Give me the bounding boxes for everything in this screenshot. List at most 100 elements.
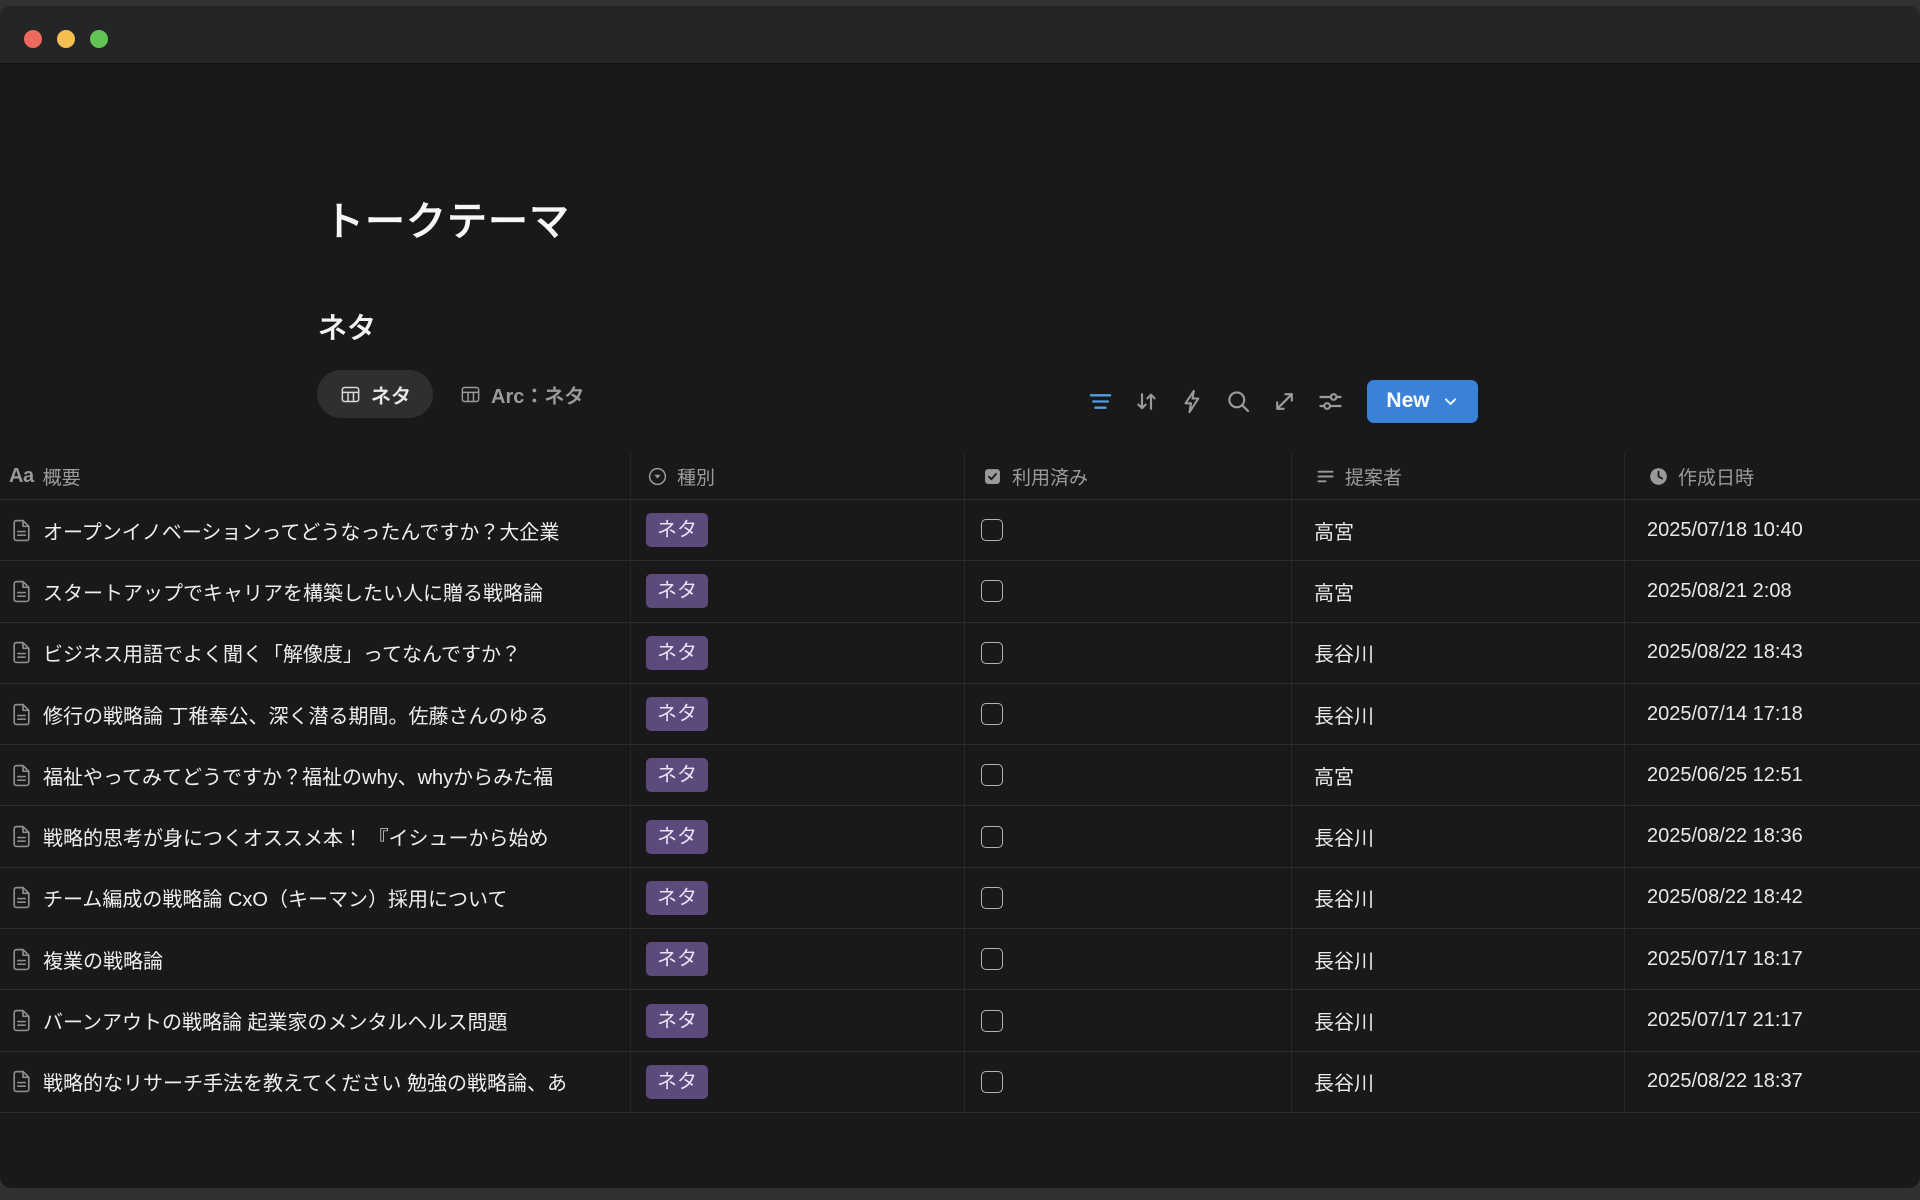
type-cell[interactable]: ネタ — [631, 745, 965, 805]
overview-cell[interactable]: バーンアウトの戦略論 起業家のメンタルヘルス問題 — [0, 990, 631, 1050]
sort-icon[interactable] — [1131, 386, 1161, 416]
search-icon[interactable] — [1223, 386, 1253, 416]
used-checkbox[interactable] — [981, 519, 1003, 541]
table-row[interactable]: 戦略的思考が身につくオススメ本！ 『イシューから始め ネタ 長谷川 2025/0… — [0, 805, 1920, 866]
table-row[interactable]: 修行の戦略論 丁稚奉公、深く潜る期間。佐藤さんのゆる ネタ 長谷川 2025/0… — [0, 683, 1920, 744]
overview-cell[interactable]: スタートアップでキャリアを構築したい人に贈る戦略論 — [0, 561, 631, 621]
created-cell[interactable]: 2025/08/22 18:42 — [1625, 868, 1920, 928]
used-cell[interactable] — [965, 990, 1292, 1050]
row-proposer: 長谷川 — [1314, 822, 1374, 851]
column-header-proposer[interactable]: 提案者 — [1292, 453, 1625, 499]
proposer-cell[interactable]: 長谷川 — [1292, 806, 1625, 866]
app-window: トークテーマ ネタ ネタ Arc：ネタ — [0, 6, 1920, 1188]
created-cell[interactable]: 2025/07/17 18:17 — [1625, 929, 1920, 989]
overview-cell[interactable]: 福祉やってみてどうですか？福祉のwhy、whyからみた福 — [0, 745, 631, 805]
overview-cell[interactable]: ビジネス用語でよく聞く「解像度」ってなんですか？ — [0, 623, 631, 683]
overview-cell[interactable]: チーム編成の戦略論 CxO（キーマン）採用について — [0, 868, 631, 928]
text-lines-property-icon — [1314, 465, 1336, 487]
overview-cell[interactable]: 修行の戦略論 丁稚奉公、深く潜る期間。佐藤さんのゆる — [0, 684, 631, 744]
used-cell[interactable] — [965, 868, 1292, 928]
table-row[interactable]: チーム編成の戦略論 CxO（キーマン）採用について ネタ 長谷川 2025/08… — [0, 867, 1920, 928]
created-cell[interactable]: 2025/06/25 12:51 — [1625, 745, 1920, 805]
type-cell[interactable]: ネタ — [631, 990, 965, 1050]
proposer-cell[interactable]: 長谷川 — [1292, 868, 1625, 928]
used-cell[interactable] — [965, 684, 1292, 744]
overview-cell[interactable]: 戦略的なリサーチ手法を教えてください 勉強の戦略論、あ — [0, 1052, 631, 1112]
type-cell[interactable]: ネタ — [631, 868, 965, 928]
used-checkbox[interactable] — [981, 948, 1003, 970]
type-cell[interactable]: ネタ — [631, 1052, 965, 1112]
used-cell[interactable] — [965, 929, 1292, 989]
table-row[interactable]: 福祉やってみてどうですか？福祉のwhy、whyからみた福 ネタ 高宮 2025/… — [0, 744, 1920, 805]
minimize-button[interactable] — [57, 30, 75, 48]
created-cell[interactable]: 2025/08/22 18:43 — [1625, 623, 1920, 683]
new-button[interactable]: New — [1367, 380, 1478, 423]
table-row[interactable]: ビジネス用語でよく聞く「解像度」ってなんですか？ ネタ 長谷川 2025/08/… — [0, 622, 1920, 683]
page-title[interactable]: トークテーマ — [324, 189, 570, 247]
overview-cell[interactable]: オープンイノベーションってどうなったんですか？大企業 — [0, 500, 631, 560]
created-cell[interactable]: 2025/07/14 17:18 — [1625, 684, 1920, 744]
used-checkbox[interactable] — [981, 764, 1003, 786]
type-cell[interactable]: ネタ — [631, 684, 965, 744]
used-cell[interactable] — [965, 1052, 1292, 1112]
type-cell[interactable]: ネタ — [631, 929, 965, 989]
column-header-overview[interactable]: Aa 概要 — [0, 453, 631, 499]
row-title: 戦略的思考が身につくオススメ本！ 『イシューから始め — [43, 822, 549, 851]
used-checkbox[interactable] — [981, 580, 1003, 602]
used-checkbox[interactable] — [981, 1071, 1003, 1093]
used-checkbox[interactable] — [981, 1010, 1003, 1032]
created-cell[interactable]: 2025/08/21 2:08 — [1625, 561, 1920, 621]
used-checkbox[interactable] — [981, 642, 1003, 664]
overview-cell[interactable]: 戦略的思考が身につくオススメ本！ 『イシューから始め — [0, 806, 631, 866]
proposer-cell[interactable]: 長谷川 — [1292, 623, 1625, 683]
type-cell[interactable]: ネタ — [631, 623, 965, 683]
type-cell[interactable]: ネタ — [631, 500, 965, 560]
column-header-type[interactable]: 種別 — [631, 453, 965, 499]
type-tag: ネタ — [646, 697, 708, 731]
proposer-cell[interactable]: 高宮 — [1292, 561, 1625, 621]
window-titlebar[interactable] — [0, 6, 1920, 64]
used-cell[interactable] — [965, 623, 1292, 683]
row-proposer: 高宮 — [1314, 516, 1354, 545]
proposer-cell[interactable]: 長谷川 — [1292, 990, 1625, 1050]
type-cell[interactable]: ネタ — [631, 806, 965, 866]
view-tab-neta[interactable]: ネタ — [317, 370, 433, 418]
type-cell[interactable]: ネタ — [631, 561, 965, 621]
close-button[interactable] — [24, 30, 42, 48]
row-title: バーンアウトの戦略論 起業家のメンタルヘルス問題 — [43, 1006, 508, 1035]
table-row[interactable]: バーンアウトの戦略論 起業家のメンタルヘルス問題 ネタ 長谷川 2025/07/… — [0, 989, 1920, 1050]
used-cell[interactable] — [965, 561, 1292, 621]
view-tab-arc-neta[interactable]: Arc：ネタ — [459, 380, 584, 409]
used-checkbox[interactable] — [981, 826, 1003, 848]
row-created: 2025/07/17 18:17 — [1647, 948, 1803, 971]
used-cell[interactable] — [965, 745, 1292, 805]
filter-icon[interactable] — [1085, 386, 1115, 416]
zoom-button[interactable] — [90, 30, 108, 48]
proposer-cell[interactable]: 長谷川 — [1292, 1052, 1625, 1112]
table-row[interactable]: 複業の戦略論 ネタ 長谷川 2025/07/17 18:17 — [0, 928, 1920, 989]
column-header-created[interactable]: 作成日時 — [1625, 453, 1920, 499]
expand-icon[interactable] — [1269, 386, 1299, 416]
created-cell[interactable]: 2025/08/22 18:37 — [1625, 1052, 1920, 1112]
used-cell[interactable] — [965, 806, 1292, 866]
automation-lightning-icon[interactable] — [1177, 386, 1207, 416]
proposer-cell[interactable]: 高宮 — [1292, 500, 1625, 560]
row-proposer: 長谷川 — [1314, 1067, 1374, 1096]
table-row[interactable]: 戦略的なリサーチ手法を教えてください 勉強の戦略論、あ ネタ 長谷川 2025/… — [0, 1051, 1920, 1112]
table-row[interactable]: スタートアップでキャリアを構築したい人に贈る戦略論 ネタ 高宮 2025/08/… — [0, 560, 1920, 621]
created-cell[interactable]: 2025/07/17 21:17 — [1625, 990, 1920, 1050]
type-tag: ネタ — [646, 513, 708, 547]
column-header-used[interactable]: 利用済み — [965, 453, 1292, 499]
used-cell[interactable] — [965, 500, 1292, 560]
view-settings-sliders-icon[interactable] — [1315, 386, 1345, 416]
table-row[interactable]: オープンイノベーションってどうなったんですか？大企業 ネタ 高宮 2025/07… — [0, 499, 1920, 560]
used-checkbox[interactable] — [981, 887, 1003, 909]
created-cell[interactable]: 2025/08/22 18:36 — [1625, 806, 1920, 866]
proposer-cell[interactable]: 長谷川 — [1292, 929, 1625, 989]
overview-cell[interactable]: 複業の戦略論 — [0, 929, 631, 989]
used-checkbox[interactable] — [981, 703, 1003, 725]
section-title[interactable]: ネタ — [318, 305, 376, 347]
proposer-cell[interactable]: 長谷川 — [1292, 684, 1625, 744]
proposer-cell[interactable]: 高宮 — [1292, 745, 1625, 805]
created-cell[interactable]: 2025/07/18 10:40 — [1625, 500, 1920, 560]
